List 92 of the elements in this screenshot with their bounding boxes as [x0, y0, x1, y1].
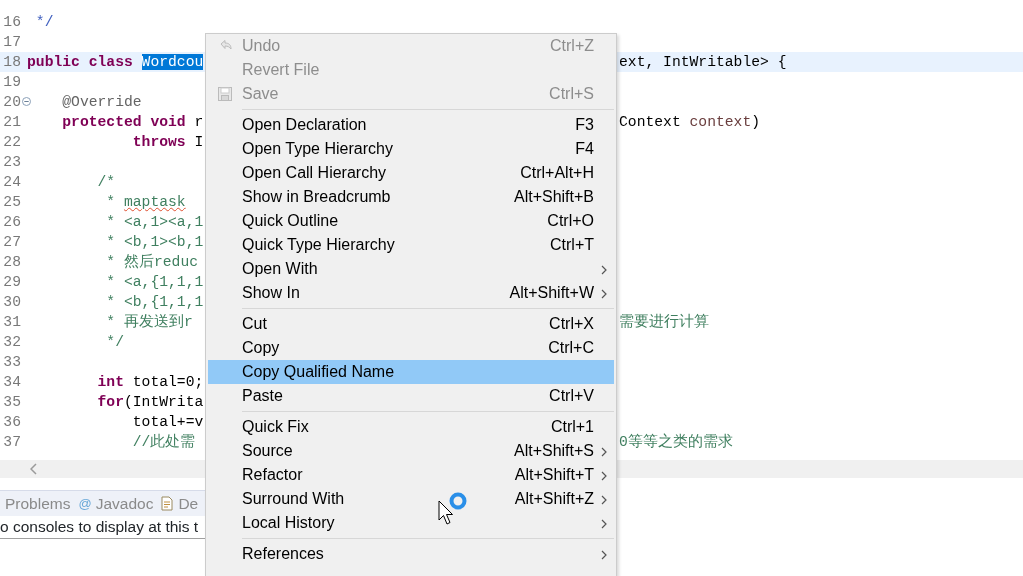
- code-text: */: [105, 334, 124, 350]
- line-number: 18: [3, 54, 21, 70]
- line-number: 32: [3, 334, 21, 350]
- loading-icon: [448, 491, 468, 511]
- shortcut-text: F3: [575, 115, 594, 135]
- line-number: 36: [3, 414, 21, 430]
- shortcut-text: Ctrl+Alt+H: [520, 163, 594, 183]
- menu-item[interactable]: Copy Ctrl+C: [208, 336, 614, 360]
- menu-item[interactable]: Open Call Hierarchy Ctrl+Alt+H: [208, 161, 614, 185]
- mouse-pointer-icon: [438, 500, 454, 526]
- line-number: 35: [3, 394, 21, 410]
- menu-item[interactable]: Open Declaration F3: [208, 113, 614, 137]
- code-text: (IntWrita: [123, 394, 204, 410]
- menu-item[interactable]: Open Type Hierarchy F4: [208, 137, 614, 161]
- line-number: 27: [3, 234, 21, 250]
- shortcut-text: Alt+Shift+S: [513, 441, 594, 461]
- code-text: * 再发送到r: [105, 314, 193, 330]
- at-icon: @: [78, 493, 92, 514]
- code-text: context: [689, 114, 752, 130]
- line-number: 16: [3, 14, 21, 30]
- menu-item[interactable]: Copy Qualified Name: [208, 360, 614, 384]
- code-text: maptask: [123, 194, 186, 210]
- shortcut-text: Ctrl+C: [548, 338, 594, 358]
- code-text: * <b,1><b,1: [105, 234, 204, 250]
- code-text: protected void: [61, 114, 187, 130]
- code-text: * 然后reduc: [105, 254, 199, 270]
- menu-item[interactable]: Cut Ctrl+X: [208, 312, 614, 336]
- code-text: ): [751, 114, 761, 130]
- code-text: 需要进行计算: [619, 314, 709, 330]
- menu-item[interactable]: Source Alt+Shift+S: [208, 439, 614, 463]
- shortcut-text: Ctrl+1: [550, 417, 594, 437]
- code-text: for: [96, 394, 124, 410]
- line-number: 31: [3, 314, 21, 330]
- line-number: 17: [3, 34, 21, 50]
- code-text: *: [105, 194, 117, 210]
- shortcut-text: Alt+Shift+B: [513, 187, 594, 207]
- line-number: 28: [3, 254, 21, 270]
- code-text: //此处需: [131, 434, 196, 450]
- menu-item[interactable]: Quick Outline Ctrl+O: [208, 209, 614, 233]
- menu-item[interactable]: Paste Ctrl+V: [208, 384, 614, 408]
- shortcut-text: Ctrl+V: [549, 386, 594, 406]
- shortcut-text: Alt+Shift+Z: [514, 489, 594, 509]
- line-number: 24: [3, 174, 21, 190]
- line-number: 22: [3, 134, 21, 150]
- shortcut-text: Ctrl+O: [547, 211, 594, 231]
- line-number: 33: [3, 354, 21, 370]
- shortcut-text: Ctrl+Z: [550, 36, 594, 56]
- code-text: public class: [27, 54, 134, 70]
- code-text: int: [96, 374, 125, 390]
- code-text: * <a,{1,1,1: [105, 274, 204, 290]
- collapse-icon[interactable]: [22, 97, 31, 106]
- code-text: */: [34, 14, 54, 30]
- menu-item[interactable]: Quick Fix Ctrl+1: [208, 415, 614, 439]
- menu-item[interactable]: Show In Alt+Shift+W: [208, 281, 614, 305]
- line-number: 20: [3, 94, 21, 110]
- line-number: 34: [3, 374, 21, 390]
- shortcut-text: F4: [575, 139, 594, 159]
- menu-item[interactable]: Quick Type Hierarchy Ctrl+T: [208, 233, 614, 257]
- line-number: 23: [3, 154, 21, 170]
- code-text: r: [194, 114, 204, 130]
- line-number: 26: [3, 214, 21, 230]
- line-number: 30: [3, 294, 21, 310]
- document-icon: [161, 496, 175, 511]
- menu-item[interactable]: Open With: [208, 257, 614, 281]
- shortcut-text: Alt+Shift+W: [509, 283, 594, 303]
- console-message: o consoles to display at this t: [0, 518, 199, 535]
- line-number: 25: [3, 194, 21, 210]
- code-text: @Override: [61, 94, 142, 110]
- line-number: 29: [3, 274, 21, 290]
- menu-item[interactable]: Show in Breadcrumb Alt+Shift+B: [208, 185, 614, 209]
- save-icon: [217, 86, 233, 102]
- line-number: 37: [3, 434, 21, 450]
- code-text: 0等等之类的需求: [619, 434, 733, 450]
- code-text: * <b,{1,1,1: [105, 294, 204, 310]
- menu-item[interactable]: References: [208, 542, 614, 566]
- code-text: I: [194, 134, 204, 150]
- shortcut-text: Ctrl+S: [549, 84, 594, 104]
- code-text: total=0;: [132, 374, 204, 390]
- menu-item[interactable]: Refactor Alt+Shift+T: [208, 463, 614, 487]
- code-text: /*: [96, 174, 116, 190]
- code-text: throws: [131, 134, 187, 150]
- code-text: Context: [619, 114, 682, 130]
- code-text: * <a,1><a,1: [105, 214, 204, 230]
- shortcut-text: Ctrl+X: [549, 314, 594, 334]
- code-text: total+=v: [131, 414, 204, 430]
- line-number: 21: [3, 114, 21, 130]
- shortcut-text: Alt+Shift+T: [514, 465, 594, 485]
- menu-item[interactable]: Surround With Alt+Shift+Z: [208, 487, 614, 511]
- menu-item[interactable]: Local History: [208, 511, 614, 535]
- code-text: ext, IntWritable> {: [619, 54, 787, 70]
- line-number: 19: [3, 74, 21, 90]
- shortcut-text: Ctrl+T: [550, 235, 594, 255]
